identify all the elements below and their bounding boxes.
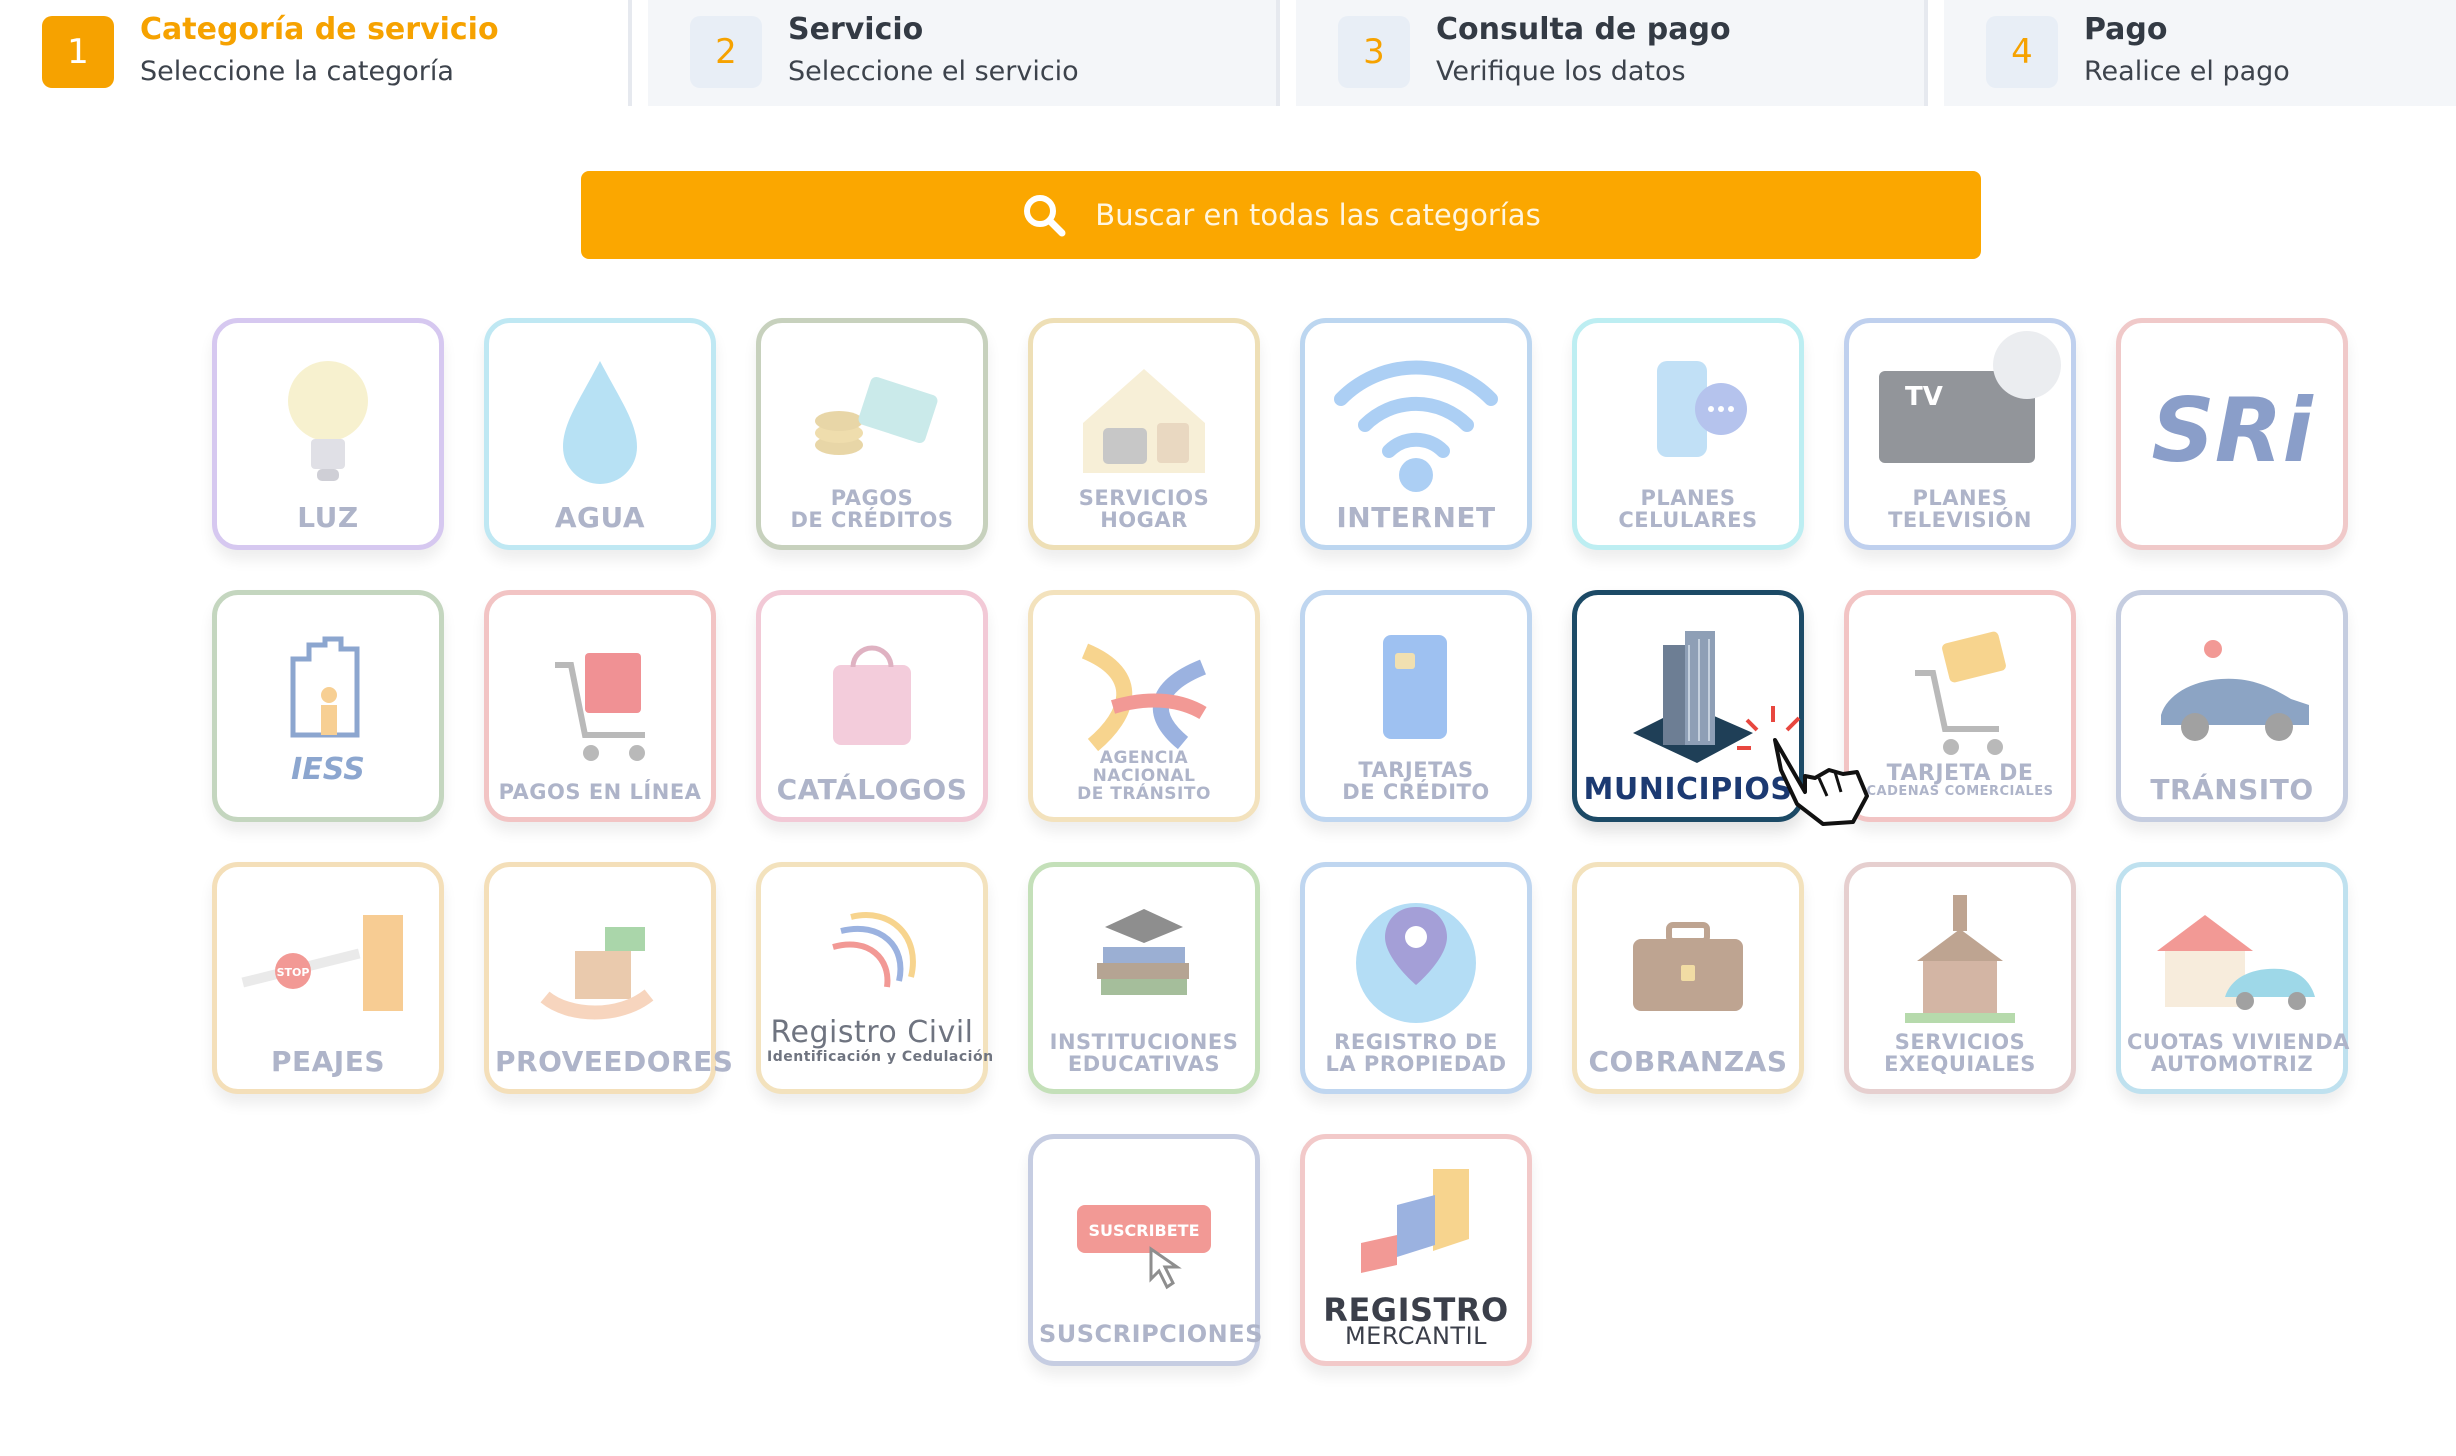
pointer-hand-icon (1737, 706, 1869, 826)
category-label: SERVICIOS HOGAR (1078, 486, 1210, 532)
category-exequiales[interactable]: SERVICIOS EXEQUIALES (1844, 862, 2076, 1094)
category-transito[interactable]: TRÁNSITO (2116, 590, 2348, 822)
category-planes-celulares[interactable]: PLANES CELULARES (1572, 318, 1804, 550)
step-number: 1 (42, 16, 114, 88)
category-registro-civil[interactable]: Registro Civil Identificación y Cedulaci… (756, 862, 994, 1094)
category-label: TARJETA DE CADENAS COMERCIALES (1866, 761, 2054, 799)
category-label: AGENCIA NACIONAL DE TRÁNSITO (1077, 748, 1211, 804)
step-4[interactable]: 4 Pago Realice el pago (1944, 0, 2456, 106)
category-pagos-en-linea[interactable]: PAGOS EN LÍNEA (484, 590, 716, 822)
category-luz[interactable]: LUZ (212, 318, 444, 550)
category-registro-propiedad[interactable]: REGISTRO DE LA PROPIEDAD (1300, 862, 1532, 1094)
category-label: PEAJES (270, 1045, 386, 1078)
category-instituciones[interactable]: INSTITUCIONES EDUCATIVAS (1028, 862, 1260, 1094)
category-proveedores[interactable]: PROVEEDORES (484, 862, 734, 1094)
step-2[interactable]: 2 Servicio Seleccione el servicio (648, 0, 1280, 106)
step-subtitle: Verifique los datos (1436, 56, 1686, 87)
svg-text:STOP: STOP (277, 966, 310, 979)
search-label: Buscar en todas las categorías (1095, 198, 1541, 232)
svg-text:SUSCRIBETE: SUSCRIBETE (1088, 1221, 1199, 1240)
step-number: 4 (1986, 16, 2058, 88)
svg-text:IESS: IESS (291, 752, 365, 787)
category-label: TARJETAS DE CRÉDITO (1342, 758, 1490, 804)
category-cobranzas[interactable]: COBRANZAS (1572, 862, 1804, 1094)
category-iess[interactable]: IESS (212, 590, 444, 822)
category-registro-mercantil[interactable]: REGISTRO MERCANTIL (1300, 1134, 1532, 1366)
category-label: PROVEEDORES (495, 1045, 734, 1078)
iess-logo-icon: IESS (290, 636, 365, 787)
svg-text:SRi: SRi (2151, 379, 2314, 482)
category-label: INSTITUCIONES EDUCATIVAS (1049, 1030, 1239, 1076)
category-peajes[interactable]: STOP PEAJES (212, 862, 444, 1094)
category-label: LUZ (297, 501, 359, 534)
category-label: SERVICIOS EXEQUIALES (1884, 1030, 2036, 1076)
tv-label: TV (1905, 382, 1943, 412)
step-number: 2 (690, 16, 762, 88)
category-pagos-creditos[interactable]: PAGOS DE CRÉDITOS (756, 318, 988, 550)
category-label: PAGOS DE CRÉDITOS (790, 486, 954, 532)
category-label: TRÁNSITO (2150, 773, 2314, 806)
category-tarjetas-credito[interactable]: TARJETAS DE CRÉDITO (1300, 590, 1532, 822)
step-subtitle: Realice el pago (2084, 56, 2290, 87)
category-agua[interactable]: AGUA (484, 318, 716, 550)
category-label: REGISTRO DE LA PROPIEDAD (1325, 1030, 1507, 1076)
category-label: REGISTRO MERCANTIL (1323, 1291, 1509, 1350)
search-all-categories-button[interactable]: Buscar en todas las categorías (581, 171, 1981, 259)
step-subtitle: Seleccione la categoría (140, 56, 454, 87)
category-label: INTERNET (1336, 501, 1496, 534)
category-label: PLANES CELULARES (1618, 486, 1758, 532)
category-label: CATÁLOGOS (776, 773, 968, 806)
category-label: CUOTAS VIVIENDA AUTOMOTRIZ (2127, 1030, 2350, 1076)
step-title: Pago (2084, 12, 2168, 47)
category-internet[interactable]: INTERNET (1300, 318, 1532, 550)
category-suscripciones[interactable]: SUSCRIBETE SUSCRIPCIONES (1028, 1134, 1263, 1366)
category-catalogos[interactable]: CATÁLOGOS (756, 590, 988, 822)
step-subtitle: Seleccione el servicio (788, 56, 1079, 87)
step-title: Categoría de servicio (140, 12, 499, 47)
step-title: Servicio (788, 12, 924, 47)
category-label: PLANES TELEVISIÓN (1888, 486, 2032, 532)
category-label: SUSCRIPCIONES (1039, 1320, 1263, 1348)
category-servicios-hogar[interactable]: SERVICIOS HOGAR (1028, 318, 1260, 550)
step-3[interactable]: 3 Consulta de pago Verifique los datos (1296, 0, 1928, 106)
category-label: Registro Civil Identificación y Cedulaci… (767, 1015, 994, 1066)
search-icon (1024, 195, 1066, 237)
category-vivienda-automotriz[interactable]: CUOTAS VIVIENDA AUTOMOTRIZ (2116, 862, 2350, 1094)
category-planes-television[interactable]: TV PLANES TELEVISIÓN (1844, 318, 2076, 550)
step-number: 3 (1338, 16, 1410, 88)
sri-logo-icon: SRi (2151, 379, 2314, 482)
step-1[interactable]: 1 Categoría de servicio Seleccione la ca… (0, 0, 632, 106)
category-label: PAGOS EN LÍNEA (498, 780, 702, 804)
step-title: Consulta de pago (1436, 12, 1731, 47)
stepper: 1 Categoría de servicio Seleccione la ca… (0, 0, 2456, 106)
category-ant[interactable]: AGENCIA NACIONAL DE TRÁNSITO (1028, 590, 1260, 822)
category-label: COBRANZAS (1588, 1045, 1788, 1078)
category-label: AGUA (554, 501, 646, 534)
category-sri[interactable]: SRi (2116, 318, 2348, 550)
